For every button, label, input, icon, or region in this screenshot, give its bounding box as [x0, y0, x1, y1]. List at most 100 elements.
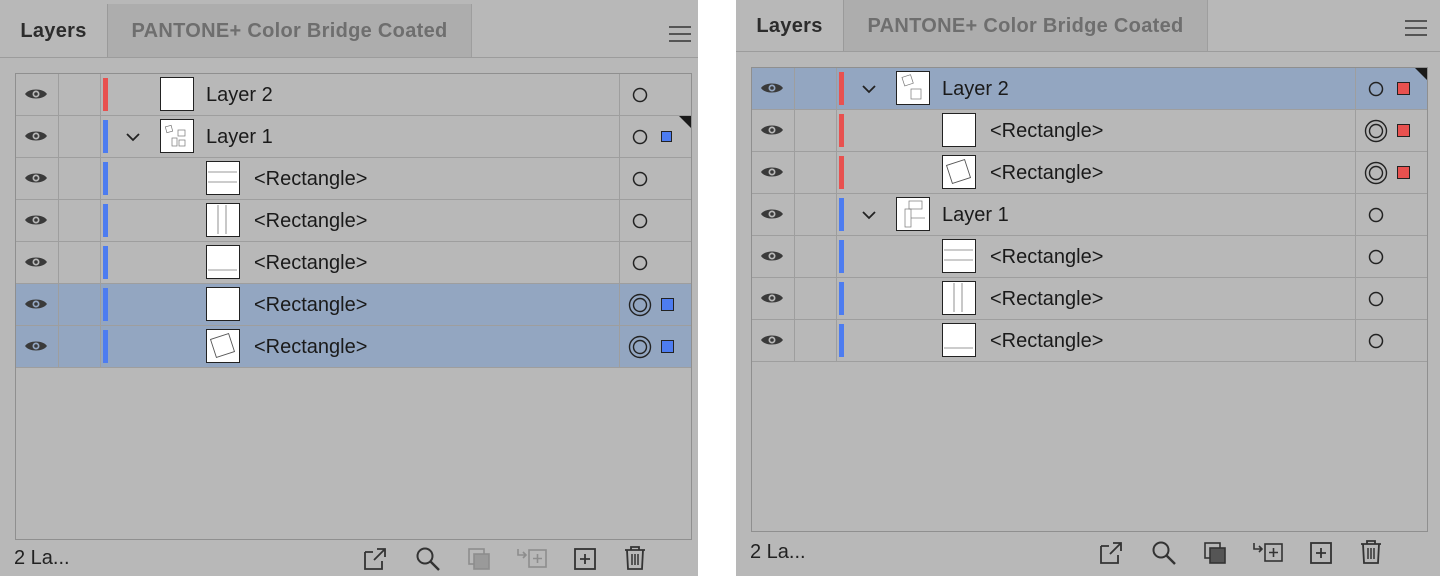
object-name[interactable]: <Rectangle> [254, 326, 367, 368]
object-name[interactable]: <Rectangle> [254, 158, 367, 200]
object-name[interactable]: <Rectangle> [990, 236, 1103, 278]
eye-icon[interactable] [760, 122, 784, 138]
eye-icon[interactable] [24, 338, 48, 354]
eye-icon[interactable] [24, 86, 48, 102]
layers-list[interactable]: Layer 2 <Rectangle> <Rectangle> Layer 1 … [751, 67, 1428, 532]
layer-color-bar [839, 72, 844, 105]
layer-row[interactable]: Layer 1 [16, 116, 691, 158]
panel-menu-icon[interactable] [1405, 20, 1427, 36]
eye-icon[interactable] [760, 164, 784, 180]
layer-color-bar [839, 240, 844, 273]
target-selected-icon[interactable] [628, 293, 652, 317]
panel-menu-icon[interactable] [669, 26, 691, 42]
layer-color-bar [839, 114, 844, 147]
layer-row[interactable]: <Rectangle> [752, 236, 1427, 278]
eye-icon[interactable] [760, 206, 784, 222]
layer-row[interactable]: Layer 2 [16, 74, 691, 116]
create-new-layer-icon[interactable] [1308, 540, 1334, 566]
collect-export-icon[interactable] [1098, 540, 1124, 566]
layer-count-status: 2 La... [14, 547, 70, 569]
tab-pantone-color-bridge[interactable]: PANTONE+ Color Bridge Coated [108, 4, 472, 58]
target-selected-icon[interactable] [1364, 161, 1388, 185]
chevron-down-icon[interactable] [860, 206, 878, 224]
tab-pantone-color-bridge[interactable]: PANTONE+ Color Bridge Coated [844, 0, 1208, 52]
eye-icon[interactable] [760, 80, 784, 96]
layer-count-status: 2 La... [750, 541, 806, 563]
selection-indicator[interactable] [1397, 124, 1410, 137]
trash-icon[interactable] [622, 545, 648, 571]
layer-row[interactable]: <Rectangle> [16, 200, 691, 242]
target-icon[interactable] [630, 169, 650, 189]
eye-icon[interactable] [24, 170, 48, 186]
object-thumbnail [942, 281, 976, 315]
trash-icon[interactable] [1358, 539, 1384, 565]
tab-layers[interactable]: Layers [0, 4, 108, 58]
object-thumbnail [942, 323, 976, 357]
object-name[interactable]: <Rectangle> [254, 242, 367, 284]
selection-indicator[interactable] [661, 298, 674, 311]
layer-row[interactable]: <Rectangle> [752, 110, 1427, 152]
layer-thumbnail [896, 71, 930, 105]
layer-row[interactable]: Layer 1 [752, 194, 1427, 236]
create-new-layer-icon[interactable] [572, 546, 598, 572]
object-thumbnail [942, 239, 976, 273]
create-sublayer-icon[interactable] [1252, 540, 1284, 566]
object-name[interactable]: <Rectangle> [254, 284, 367, 326]
layer-row[interactable]: <Rectangle> [16, 326, 691, 368]
selection-corner-indicator [679, 116, 691, 128]
collect-export-icon[interactable] [362, 546, 388, 572]
layer-name[interactable]: Layer 1 [942, 194, 1009, 236]
layer-row[interactable]: <Rectangle> [752, 320, 1427, 362]
layers-panel-right: Layers PANTONE+ Color Bridge Coated Laye… [736, 0, 1440, 576]
object-name[interactable]: <Rectangle> [990, 110, 1103, 152]
tab-layers[interactable]: Layers [736, 0, 844, 52]
object-thumbnail [206, 245, 240, 279]
make-clipping-mask-icon[interactable] [1202, 540, 1228, 566]
layer-row[interactable]: <Rectangle> [752, 278, 1427, 320]
layer-row[interactable]: <Rectangle> [752, 152, 1427, 194]
eye-icon[interactable] [24, 296, 48, 312]
layer-name[interactable]: Layer 2 [942, 68, 1009, 110]
layers-list[interactable]: Layer 2 Layer 1 <Rectangle> <Rectangle> … [15, 73, 692, 540]
target-icon[interactable] [630, 211, 650, 231]
eye-icon[interactable] [24, 128, 48, 144]
target-icon[interactable] [1366, 289, 1386, 309]
layer-row[interactable]: <Rectangle> [16, 242, 691, 284]
target-icon[interactable] [1366, 205, 1386, 225]
locate-object-icon[interactable] [1151, 540, 1177, 566]
eye-icon[interactable] [760, 248, 784, 264]
target-selected-icon[interactable] [1364, 119, 1388, 143]
object-name[interactable]: <Rectangle> [990, 320, 1103, 362]
chevron-down-icon[interactable] [124, 128, 142, 146]
object-name[interactable]: <Rectangle> [990, 278, 1103, 320]
chevron-down-icon[interactable] [860, 80, 878, 98]
target-selected-icon[interactable] [628, 335, 652, 359]
target-icon[interactable] [1366, 331, 1386, 351]
selection-indicator[interactable] [661, 340, 674, 353]
layer-color-bar [839, 282, 844, 315]
layer-name[interactable]: Layer 2 [206, 74, 273, 116]
target-icon[interactable] [1366, 79, 1386, 99]
locate-object-icon[interactable] [415, 546, 441, 572]
object-name[interactable]: <Rectangle> [254, 200, 367, 242]
make-clipping-mask-icon [468, 548, 490, 570]
selection-indicator[interactable] [1397, 166, 1410, 179]
layer-name[interactable]: Layer 1 [206, 116, 273, 158]
selection-indicator[interactable] [661, 131, 672, 142]
object-name[interactable]: <Rectangle> [990, 152, 1103, 194]
target-icon[interactable] [630, 253, 650, 273]
target-icon[interactable] [630, 127, 650, 147]
selection-indicator[interactable] [1397, 82, 1410, 95]
eye-icon[interactable] [760, 290, 784, 306]
object-thumbnail [942, 113, 976, 147]
layer-color-bar [103, 246, 108, 279]
layer-row[interactable]: Layer 2 [752, 68, 1427, 110]
object-thumbnail [942, 155, 976, 189]
eye-icon[interactable] [760, 332, 784, 348]
layer-row[interactable]: <Rectangle> [16, 158, 691, 200]
eye-icon[interactable] [24, 212, 48, 228]
layer-row[interactable]: <Rectangle> [16, 284, 691, 326]
target-icon[interactable] [1366, 247, 1386, 267]
eye-icon[interactable] [24, 254, 48, 270]
target-icon[interactable] [630, 85, 650, 105]
